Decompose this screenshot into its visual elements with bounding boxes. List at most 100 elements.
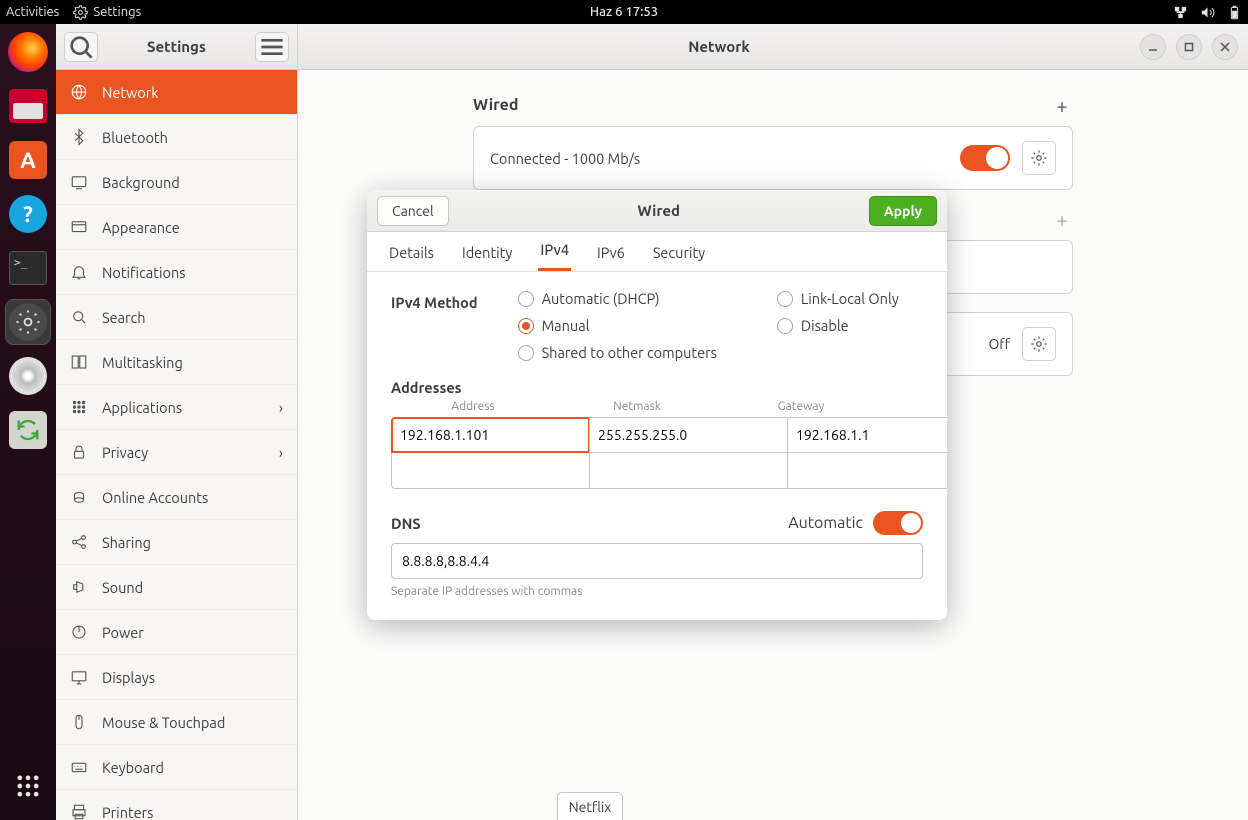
sidebar-item-label: Applications	[102, 399, 182, 416]
cancel-button[interactable]: Cancel	[377, 196, 449, 226]
sidebar-item-label: Sound	[102, 579, 143, 596]
netmask-input[interactable]	[589, 417, 787, 453]
dns-auto-label: Automatic	[788, 514, 863, 532]
dns-auto-toggle[interactable]	[873, 511, 923, 535]
dns-input[interactable]	[391, 543, 923, 579]
sidebar-item-privacy[interactable]: Privacy›	[56, 430, 297, 475]
sidebar-item-mouse-touchpad[interactable]: Mouse & Touchpad	[56, 700, 297, 745]
help-icon: ?	[9, 195, 47, 233]
hamburger-button[interactable]	[255, 32, 289, 62]
settings-sidebar[interactable]: Network Bluetooth Background Appearance Noti…	[56, 70, 298, 820]
radio-label: Disable	[801, 317, 849, 334]
sidebar-item-sound[interactable]: Sound	[56, 565, 297, 610]
address-row	[391, 453, 923, 489]
app-menu[interactable]: Settings	[73, 5, 141, 20]
wired-settings-button[interactable]	[1022, 141, 1056, 175]
radio-label: Manual	[542, 317, 590, 334]
tab-ipv6[interactable]: IPv6	[595, 244, 627, 271]
volume-indicator-icon[interactable]	[1200, 5, 1215, 20]
sidebar-title: Settings	[104, 38, 249, 55]
sidebar-item-multitasking[interactable]: Multitasking	[56, 340, 297, 385]
apply-button[interactable]: Apply	[869, 196, 937, 226]
activities-button[interactable]: Activities	[6, 5, 59, 19]
dock-software[interactable]: A	[6, 138, 50, 182]
sidebar-item-label: Sharing	[102, 534, 151, 551]
close-button[interactable]	[1212, 34, 1238, 60]
dock-terminal[interactable]: >_	[6, 246, 50, 290]
sidebar-item-label: Privacy	[102, 444, 148, 461]
show-applications-button[interactable]	[6, 764, 50, 808]
sidebar-item-sharing[interactable]: Sharing	[56, 520, 297, 565]
sidebar-item-label: Notifications	[102, 264, 186, 281]
minimize-button[interactable]	[1140, 34, 1166, 60]
sidebar-item-label: Displays	[102, 669, 155, 686]
add-vpn-button[interactable]: +	[1051, 208, 1073, 230]
sidebar-item-label: Power	[102, 624, 144, 641]
dock-trash[interactable]	[6, 408, 50, 452]
maximize-button[interactable]	[1176, 34, 1202, 60]
dock-help[interactable]: ?	[6, 192, 50, 236]
sidebar-item-notifications[interactable]: Notifications	[56, 250, 297, 295]
radio-manual[interactable]: Manual	[518, 317, 717, 334]
radio-link-local-only[interactable]: Link-Local Only	[777, 290, 899, 307]
sidebar-item-online-accounts[interactable]: Online Accounts	[56, 475, 297, 520]
radio-automatic-dhcp-[interactable]: Automatic (DHCP)	[518, 290, 717, 307]
radio-label: Automatic (DHCP)	[542, 290, 660, 307]
sidebar-item-applications[interactable]: Applications›	[56, 385, 297, 430]
address-input[interactable]	[391, 417, 589, 453]
tab-details[interactable]: Details	[387, 244, 436, 271]
sidebar-item-printers[interactable]: Printers	[56, 790, 297, 820]
radio-shared-to-other-computers[interactable]: Shared to other computers	[518, 344, 717, 361]
add-wired-button[interactable]: +	[1051, 94, 1073, 116]
sidebar-item-keyboard[interactable]: Keyboard	[56, 745, 297, 790]
network-indicator-icon[interactable]	[1173, 5, 1188, 20]
address-input[interactable]	[391, 453, 589, 489]
sidebar-item-label: Bluetooth	[102, 129, 168, 146]
search-button[interactable]	[64, 32, 98, 62]
gear-icon	[1030, 335, 1048, 353]
wired-toggle[interactable]	[960, 145, 1010, 171]
sidebar-item-label: Appearance	[102, 219, 180, 236]
search-icon	[65, 31, 97, 63]
radio-icon	[518, 345, 534, 361]
addresses-label: Addresses	[391, 379, 923, 396]
dns-hint: Separate IP addresses with commas	[391, 585, 923, 598]
tab-ipv4[interactable]: IPv4	[538, 241, 571, 271]
sidebar-item-search[interactable]: Search	[56, 295, 297, 340]
clock[interactable]: Haz 6 17:53	[590, 5, 658, 19]
netmask-input[interactable]	[589, 453, 787, 489]
gear-icon	[1030, 149, 1048, 167]
sidebar-item-bluetooth[interactable]: Bluetooth	[56, 115, 297, 160]
radio-icon	[777, 318, 793, 334]
sidebar-item-power[interactable]: Power	[56, 610, 297, 655]
dock-disc[interactable]	[6, 354, 50, 398]
proxy-settings-button[interactable]	[1022, 327, 1056, 361]
gear-icon	[9, 303, 47, 341]
tab-identity[interactable]: Identity	[460, 244, 514, 271]
dock-files[interactable]	[6, 84, 50, 128]
hamburger-icon	[256, 31, 288, 63]
wired-section-title: Wired	[473, 96, 518, 114]
dock: A ? >_	[0, 24, 56, 820]
dock-settings[interactable]	[6, 300, 50, 344]
ipv4-method-label: IPv4 Method	[391, 290, 478, 311]
sidebar-item-appearance[interactable]: Appearance	[56, 205, 297, 250]
battery-indicator-icon[interactable]	[1227, 5, 1242, 20]
sidebar-item-network[interactable]: Network	[56, 70, 297, 115]
dns-label: DNS	[391, 515, 421, 532]
app-menu-label: Settings	[93, 5, 141, 19]
gateway-input[interactable]	[787, 453, 947, 489]
tab-security[interactable]: Security	[651, 244, 707, 271]
dock-firefox[interactable]	[6, 30, 50, 74]
radio-disable[interactable]: Disable	[777, 317, 899, 334]
gateway-input[interactable]	[787, 417, 947, 453]
radio-icon	[777, 291, 793, 307]
dialog-title: Wired	[449, 202, 869, 219]
software-icon: A	[9, 141, 47, 179]
sidebar-item-background[interactable]: Background	[56, 160, 297, 205]
sidebar-item-label: Background	[102, 174, 180, 191]
sidebar-item-label: Keyboard	[102, 759, 164, 776]
sidebar-item-displays[interactable]: Displays	[56, 655, 297, 700]
address-row	[391, 417, 923, 453]
taskbar-netflix[interactable]: Netflix	[557, 792, 623, 820]
